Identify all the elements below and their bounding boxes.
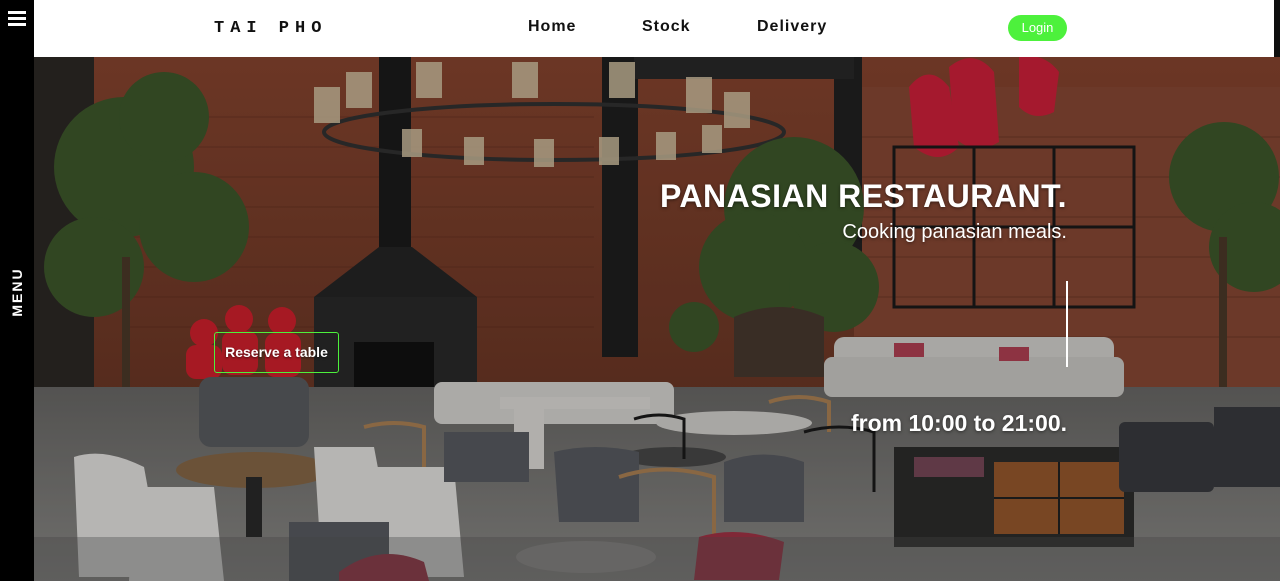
site-logo[interactable]: TAI PHO — [214, 19, 327, 38]
top-header: TAI PHO Home Stock Delivery Login — [34, 0, 1274, 57]
hero-divider-line — [1066, 281, 1068, 367]
hero-section: PANASIAN RESTAURANT. Cooking panasian me… — [34, 57, 1280, 581]
nav-home-link[interactable]: Home — [528, 18, 576, 36]
login-button[interactable]: Login — [1008, 15, 1067, 41]
menu-toggle-label[interactable]: MENU — [9, 267, 25, 316]
reserve-table-button[interactable]: Reserve a table — [214, 332, 339, 373]
hero-subtitle: Cooking panasian meals. — [842, 221, 1067, 243]
hero-title: PANASIAN RESTAURANT. — [659, 178, 1067, 214]
hamburger-icon[interactable] — [8, 11, 26, 27]
opening-hours: from 10:00 to 21:00. — [850, 410, 1067, 436]
side-menu-rail: MENU — [0, 0, 34, 581]
nav-stock-link[interactable]: Stock — [642, 18, 691, 36]
scrollbar-edge — [1274, 0, 1280, 57]
nav-delivery-link[interactable]: Delivery — [757, 18, 827, 36]
hero-dim-overlay — [34, 57, 1280, 581]
